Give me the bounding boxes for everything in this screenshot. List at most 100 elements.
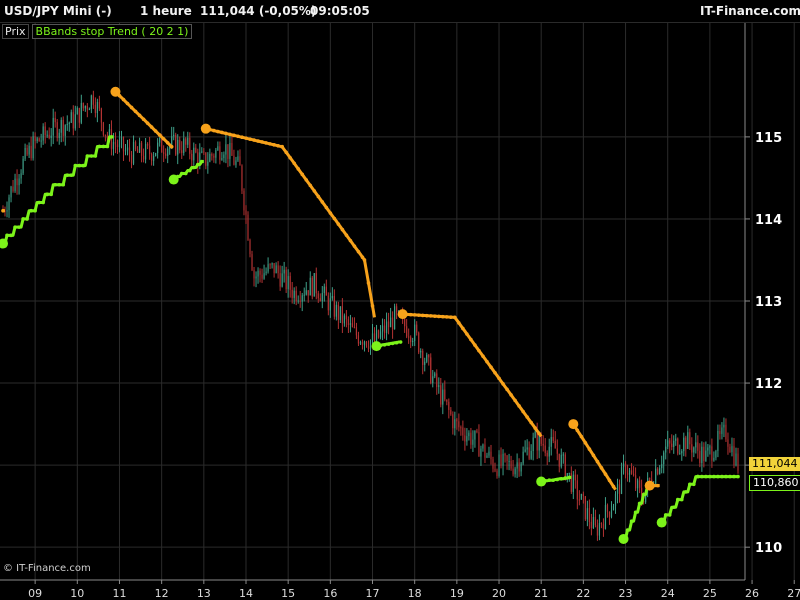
candle-body bbox=[572, 474, 574, 492]
candle-body bbox=[512, 468, 514, 475]
candle-body bbox=[554, 440, 556, 449]
stop-point bbox=[25, 217, 29, 221]
stop-point bbox=[17, 225, 21, 229]
stop-point bbox=[708, 474, 712, 479]
price-chart[interactable]: 110111112113114115 091011121314151617181… bbox=[0, 0, 800, 600]
candle-body bbox=[207, 161, 209, 166]
candle-body bbox=[657, 468, 659, 475]
candle-body bbox=[66, 123, 68, 126]
stop-point bbox=[736, 474, 740, 479]
candle-body bbox=[273, 263, 275, 274]
price-tick-label: 112 bbox=[755, 377, 782, 392]
candle-body bbox=[345, 315, 348, 320]
candle-body bbox=[389, 317, 392, 328]
price-tick-label: 114 bbox=[755, 213, 782, 228]
candle-body bbox=[379, 331, 382, 338]
candle-body bbox=[659, 468, 661, 475]
stop-point bbox=[445, 315, 449, 319]
stop-point bbox=[408, 312, 413, 317]
candle-body bbox=[209, 153, 211, 162]
candle-body bbox=[159, 137, 161, 143]
candle-body bbox=[74, 114, 76, 129]
stop-point bbox=[563, 476, 568, 480]
stop-point bbox=[525, 415, 529, 419]
candle-body bbox=[18, 178, 20, 186]
candle-body bbox=[277, 265, 279, 274]
candle-body bbox=[54, 117, 56, 123]
stop-point bbox=[457, 321, 461, 325]
candle-body bbox=[514, 468, 516, 475]
time-tick-label: 15 bbox=[281, 587, 295, 600]
stop-point bbox=[21, 217, 25, 221]
candle-body bbox=[586, 508, 588, 520]
candle-body bbox=[667, 440, 669, 447]
candle-body bbox=[215, 150, 217, 158]
candle-body bbox=[32, 136, 34, 159]
stop-point bbox=[513, 398, 517, 403]
legend-price[interactable]: Prix bbox=[2, 24, 29, 39]
candle-body bbox=[357, 335, 360, 344]
stop-point bbox=[109, 135, 114, 139]
stop-point bbox=[370, 304, 375, 308]
candle-body bbox=[82, 103, 84, 109]
candle-body bbox=[634, 475, 637, 489]
candle-body bbox=[655, 468, 657, 485]
candle-body bbox=[697, 442, 699, 451]
stop-point bbox=[732, 474, 736, 479]
legend-indicator[interactable]: BBands stop Trend ( 20 2 1) bbox=[31, 24, 193, 39]
candle-body bbox=[128, 147, 131, 155]
stop-point bbox=[101, 144, 106, 149]
stop-point bbox=[224, 131, 228, 136]
stop-point bbox=[671, 505, 676, 510]
time-tick-label: 16 bbox=[323, 587, 337, 600]
candle-body bbox=[341, 306, 343, 324]
stop-point bbox=[505, 387, 509, 392]
candle-body bbox=[26, 147, 28, 155]
stop-point bbox=[97, 144, 102, 149]
candle-body bbox=[373, 333, 376, 342]
candle-body bbox=[371, 333, 374, 341]
stop-point bbox=[45, 192, 49, 197]
symbol-label[interactable]: USD/JPY Mini (-) bbox=[4, 4, 112, 18]
candle-body bbox=[454, 419, 456, 429]
stop-point bbox=[473, 343, 477, 347]
candle-body bbox=[474, 430, 476, 440]
stop-point bbox=[165, 141, 170, 145]
stop-point bbox=[529, 420, 533, 425]
candle-body bbox=[444, 389, 446, 400]
candle-body bbox=[183, 138, 185, 153]
timeframe-label[interactable]: 1 heure bbox=[140, 4, 192, 18]
candle-body bbox=[187, 137, 189, 145]
candle-body bbox=[446, 399, 448, 402]
candle-body bbox=[265, 271, 267, 274]
candle-body bbox=[114, 141, 117, 145]
stop-point bbox=[37, 200, 41, 205]
candle-body bbox=[315, 273, 317, 294]
candle-body bbox=[528, 447, 530, 459]
copyright-text: © IT-Finance.com bbox=[3, 563, 91, 574]
candle-body bbox=[649, 478, 651, 480]
candle-body bbox=[458, 421, 460, 428]
stop-point bbox=[587, 447, 592, 451]
chart-grid bbox=[0, 22, 795, 580]
stop-point bbox=[332, 216, 337, 221]
stop-point bbox=[356, 249, 361, 254]
stop-point bbox=[5, 233, 9, 238]
candle-body bbox=[155, 153, 157, 156]
candle-body bbox=[309, 277, 311, 296]
stop-point bbox=[591, 453, 596, 458]
stop-point bbox=[390, 341, 395, 346]
stop-point bbox=[340, 227, 345, 232]
candle-body bbox=[88, 109, 90, 111]
candle-body bbox=[275, 265, 277, 274]
candle-body bbox=[468, 432, 470, 437]
candle-body bbox=[516, 462, 518, 469]
stop-point bbox=[153, 129, 158, 133]
candle-body bbox=[410, 337, 412, 342]
stop-point bbox=[320, 200, 325, 204]
candle-body bbox=[223, 154, 225, 159]
candle-body bbox=[233, 155, 235, 165]
candle-body bbox=[335, 304, 337, 317]
candle-body bbox=[490, 451, 492, 460]
stop-point bbox=[61, 182, 66, 187]
